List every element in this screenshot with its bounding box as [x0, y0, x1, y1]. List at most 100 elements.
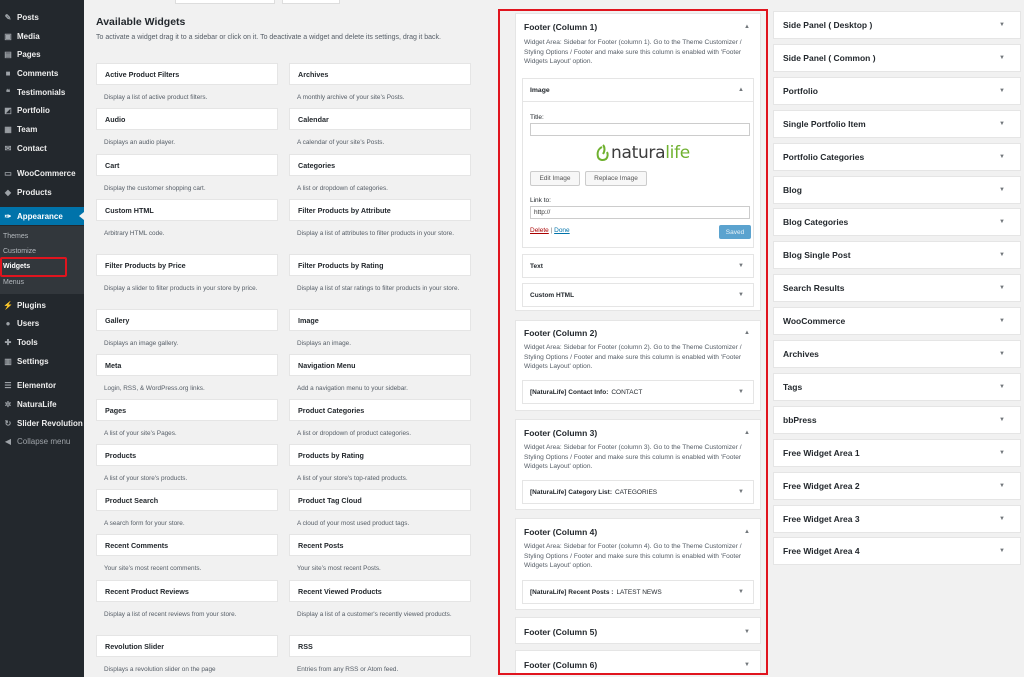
top-button-stub[interactable] — [282, 0, 340, 4]
menu-team[interactable]: ▦ Team — [0, 120, 84, 138]
sidebar-title[interactable]: Footer (Column 2) — [524, 328, 597, 338]
contact-info-widget[interactable]: [NaturaLife] Contact Info: CONTACT ▼ — [522, 380, 754, 404]
expand-arrow-icon: ▼ — [999, 219, 1005, 226]
widget-item[interactable]: Pages — [96, 399, 278, 421]
widget-item[interactable]: Active Product Filters — [96, 63, 278, 85]
sidebar-area[interactable]: bbPress ▼ — [773, 405, 1021, 434]
widget-description: A calendar of your site’s Posts. — [297, 139, 385, 146]
delete-link[interactable]: Delete — [530, 227, 549, 234]
saved-button[interactable]: Saved — [719, 225, 751, 239]
widget-description: Displays an image. — [297, 340, 351, 347]
menu-slider-revolution[interactable]: ↻ Slider Revolution — [0, 414, 84, 432]
widget-item[interactable]: Calendar — [289, 108, 471, 130]
widget-item[interactable]: Image — [289, 309, 471, 331]
widget-item[interactable]: Archives — [289, 63, 471, 85]
sidebar-area-title: Side Panel ( Desktop ) — [783, 20, 873, 30]
widget-item[interactable]: Recent Posts — [289, 534, 471, 556]
widget-item[interactable]: Gallery — [96, 309, 278, 331]
widget-item[interactable]: Filter Products by Rating — [289, 254, 471, 276]
widget-item[interactable]: RSS — [289, 635, 471, 657]
team-icon: ▦ — [4, 124, 12, 134]
collapse-arrow-icon[interactable]: ▲ — [744, 330, 750, 336]
sidebar-area[interactable]: Single Portfolio Item ▼ — [773, 109, 1021, 138]
recent-posts-widget[interactable]: [NaturaLife] Recent Posts : LATEST NEWS ▼ — [522, 580, 754, 604]
available-widgets-description: To activate a widget drag it to a sideba… — [96, 34, 442, 41]
image-widget-header[interactable]: Image ▲ — [523, 79, 753, 102]
title-input[interactable] — [530, 123, 750, 136]
widget-item[interactable]: Navigation Menu — [289, 354, 471, 376]
sidebar-area-title: Blog Single Post — [783, 250, 851, 261]
sidebar-area[interactable]: Side Panel ( Desktop ) ▼ — [773, 11, 1021, 39]
collapse-menu[interactable]: ◀ Collapse menu — [0, 432, 84, 450]
widget-item[interactable]: Recent Comments — [96, 534, 278, 556]
collapse-arrow-icon[interactable]: ▲ — [744, 529, 750, 535]
widget-item[interactable]: Products by Rating — [289, 444, 471, 466]
widget-item[interactable]: Filter Products by Price — [96, 254, 278, 276]
sidebar-title[interactable]: Footer (Column 4) — [524, 527, 597, 537]
sidebar-area[interactable]: Free Widget Area 1 ▼ — [773, 438, 1021, 467]
sidebar-area[interactable]: Archives ▼ — [773, 340, 1021, 368]
collapse-arrow-icon[interactable]: ▲ — [744, 24, 750, 30]
sidebar-area[interactable]: Blog Single Post ▼ — [773, 241, 1021, 270]
custom-html-widget[interactable]: Custom HTML ▼ — [522, 283, 754, 307]
sidebar-area[interactable]: Blog ▼ — [773, 175, 1021, 204]
menu-naturalife[interactable]: ✲ NaturaLife — [0, 395, 84, 413]
replace-image-button[interactable]: Replace Image — [585, 171, 647, 186]
menu-elementor[interactable]: ☰ Elementor — [0, 376, 84, 394]
sidebar-footer-column-6[interactable]: Footer (Column 6) ▼ — [515, 650, 761, 673]
sidebar-area[interactable]: Side Panel ( Common ) ▼ — [773, 43, 1021, 72]
widget-item[interactable]: Product Categories — [289, 399, 471, 421]
sidebar-area[interactable]: Search Results ▼ — [773, 274, 1021, 303]
menu-products[interactable]: ◆ Products — [0, 183, 84, 201]
widget-item[interactable]: Recent Viewed Products — [289, 580, 471, 602]
menu-pages[interactable]: ▤ Pages — [0, 45, 84, 63]
widget-item[interactable]: Meta — [96, 354, 278, 376]
edit-image-button[interactable]: Edit Image — [530, 171, 580, 186]
sidebar-area[interactable]: Free Widget Area 3 ▼ — [773, 504, 1021, 533]
menu-media[interactable]: ▣ Media — [0, 27, 84, 45]
sidebar-title[interactable]: Footer (Column 3) — [524, 428, 597, 438]
submenu-customize[interactable]: Customize — [3, 248, 36, 255]
widget-item[interactable]: Audio — [96, 108, 278, 130]
collapse-arrow-icon[interactable]: ▲ — [744, 430, 750, 436]
widget-item[interactable]: Categories — [289, 154, 471, 176]
widget-item[interactable]: Products — [96, 444, 278, 466]
menu-portfolio[interactable]: ◩ Portfolio — [0, 101, 84, 119]
menu-contact[interactable]: ✉ Contact — [0, 139, 84, 157]
menu-comments[interactable]: ■ Comments — [0, 64, 84, 82]
sidebar-area[interactable]: Free Widget Area 4 ▼ — [773, 537, 1021, 566]
menu-tools[interactable]: ✚ Tools — [0, 333, 84, 351]
menu-appearance[interactable]: ✑ Appearance — [0, 207, 84, 225]
sidebar-area[interactable]: Free Widget Area 2 ▼ — [773, 471, 1021, 500]
category-list-widget[interactable]: [NaturaLife] Category List: CATEGORIES ▼ — [522, 480, 754, 504]
link-separator: | — [550, 227, 553, 234]
widget-item[interactable]: Product Tag Cloud — [289, 489, 471, 511]
submenu-menus[interactable]: Menus — [3, 279, 24, 286]
sidebar-area[interactable]: WooCommerce ▼ — [773, 307, 1021, 336]
sidebar-area[interactable]: Blog Categories ▼ — [773, 208, 1021, 237]
sidebar-area[interactable]: Portfolio ▼ — [773, 76, 1021, 105]
top-search-stub[interactable] — [175, 0, 275, 4]
widget-item[interactable]: Recent Product Reviews — [96, 580, 278, 602]
sidebar-area[interactable]: Tags ▼ — [773, 372, 1021, 401]
menu-settings[interactable]: ▥ Settings — [0, 352, 84, 370]
submenu-themes[interactable]: Themes — [3, 233, 28, 240]
menu-woocommerce[interactable]: ▭ WooCommerce — [0, 164, 84, 182]
elementor-icon: ☰ — [4, 380, 12, 390]
menu-users[interactable]: ● Users — [0, 314, 84, 332]
widget-item[interactable]: Revolution Slider — [96, 635, 278, 657]
text-widget[interactable]: Text ▼ — [522, 254, 754, 278]
done-link[interactable]: Done — [554, 227, 570, 234]
widget-item[interactable]: Product Search — [96, 489, 278, 511]
widget-item[interactable]: Cart — [96, 154, 278, 176]
expand-arrow-icon: ▼ — [999, 186, 1005, 193]
menu-posts[interactable]: ✎ Posts — [0, 8, 84, 26]
widget-item[interactable]: Filter Products by Attribute — [289, 199, 471, 221]
sidebar-footer-column-5[interactable]: Footer (Column 5) ▼ — [515, 617, 761, 644]
menu-testimonials[interactable]: ❝ Testimonials — [0, 83, 84, 101]
sidebar-area[interactable]: Portfolio Categories ▼ — [773, 142, 1021, 171]
link-to-input[interactable]: http:// — [530, 206, 750, 219]
menu-plugins[interactable]: ⚡ Plugins — [0, 296, 84, 314]
widget-item[interactable]: Custom HTML — [96, 199, 278, 221]
sidebar-title[interactable]: Footer (Column 1) — [524, 22, 597, 32]
